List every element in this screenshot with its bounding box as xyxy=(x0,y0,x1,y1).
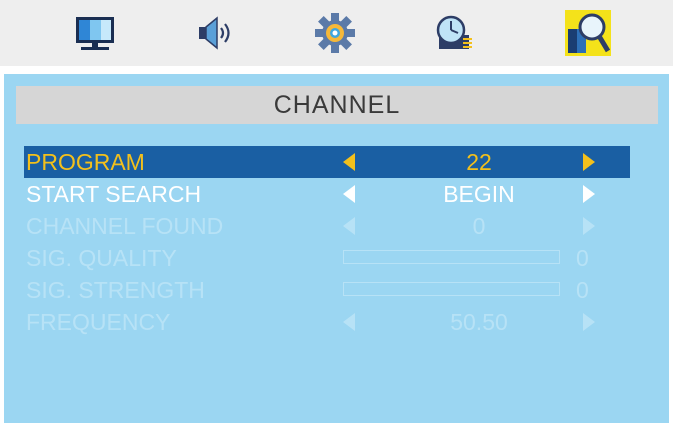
clock-icon xyxy=(436,15,472,49)
sig-strength-value: 0 xyxy=(576,277,589,303)
channel-search-icon xyxy=(568,13,610,53)
panel-header: CHANNEL xyxy=(16,86,658,124)
left-arrow-icon xyxy=(343,217,355,235)
right-arrow-icon[interactable] xyxy=(583,153,595,171)
sig-quality-value: 0 xyxy=(576,245,589,271)
menu-tab-bar xyxy=(0,0,673,66)
start-search-value: BEGIN xyxy=(443,181,515,207)
program-row[interactable]: PROGRAM 22 xyxy=(24,146,630,178)
sig-strength-row: SIG. STRENGTH 0 xyxy=(24,274,630,306)
panel-title: CHANNEL xyxy=(273,91,401,119)
tab-time[interactable] xyxy=(432,10,478,56)
left-arrow-icon[interactable] xyxy=(343,185,355,203)
start-search-label: START SEARCH xyxy=(26,181,202,207)
speaker-icon xyxy=(199,16,230,50)
monitor-icon xyxy=(76,17,114,50)
tab-setup[interactable] xyxy=(312,10,358,56)
channel-found-row: CHANNEL FOUND 0 xyxy=(24,210,630,242)
frequency-row: FREQUENCY 50.50 xyxy=(24,306,630,338)
channel-panel: CHANNEL PROGRAM 22 START SEARCH BEGIN CH… xyxy=(4,74,669,423)
sig-quality-row: SIG. QUALITY 0 xyxy=(24,242,630,274)
program-value: 22 xyxy=(466,149,492,175)
channel-found-value: 0 xyxy=(472,213,486,239)
right-arrow-icon xyxy=(583,217,595,235)
right-arrow-icon xyxy=(583,313,595,331)
left-arrow-icon[interactable] xyxy=(343,153,355,171)
tab-audio[interactable] xyxy=(192,10,238,56)
frequency-label: FREQUENCY xyxy=(26,309,171,335)
sig-strength-label: SIG. STRENGTH xyxy=(26,277,205,303)
right-arrow-icon[interactable] xyxy=(583,185,595,203)
tab-channel[interactable] xyxy=(565,10,611,56)
tab-picture[interactable] xyxy=(72,10,118,56)
frequency-value: 50.50 xyxy=(450,309,508,335)
sig-quality-bar xyxy=(343,250,560,264)
start-search-row[interactable]: START SEARCH BEGIN xyxy=(24,178,630,210)
channel-found-label: CHANNEL FOUND xyxy=(26,213,224,239)
sig-quality-label: SIG. QUALITY xyxy=(26,245,177,271)
program-label: PROGRAM xyxy=(26,149,145,175)
gear-icon xyxy=(315,13,355,53)
sig-strength-bar xyxy=(343,282,560,296)
left-arrow-icon xyxy=(343,313,355,331)
